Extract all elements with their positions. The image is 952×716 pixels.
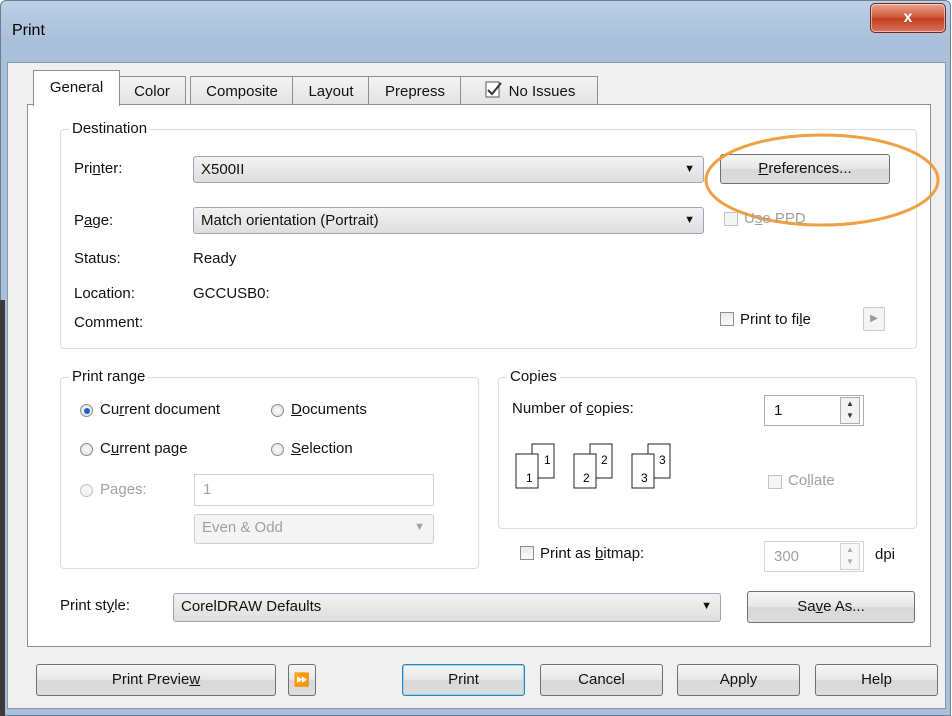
print-button[interactable]: Print xyxy=(402,664,525,696)
page-select[interactable]: Match orientation (Portrait) ▼ xyxy=(193,207,704,234)
spin-down-icon: ▼ xyxy=(846,411,854,420)
even-odd-select[interactable]: Even & Odd ▼ xyxy=(194,514,434,544)
page-value: Match orientation (Portrait) xyxy=(201,212,379,229)
page-number-label: 2 xyxy=(583,471,590,485)
arrow-right-icon: ▶ xyxy=(870,313,878,324)
pages-label: Pages: xyxy=(100,481,147,498)
page-pair-3-icon: 3 3 xyxy=(631,443,671,489)
print-to-file-options-button[interactable]: ▶ xyxy=(863,307,885,331)
print-to-file-label: Print to file xyxy=(740,311,811,328)
tab-prepress[interactable]: Prepress xyxy=(368,76,462,106)
comment-label: Comment: xyxy=(74,314,144,331)
cancel-button[interactable]: Cancel xyxy=(540,664,663,696)
number-of-copies-label: Number of copies: xyxy=(512,400,634,417)
pages-radio[interactable] xyxy=(80,484,93,497)
check-doc-icon xyxy=(485,81,502,98)
help-button[interactable]: Help xyxy=(815,664,938,696)
page-number-label: 2 xyxy=(601,453,608,467)
print-style-label: Print style: xyxy=(60,597,131,614)
copies-spinner[interactable]: ▲ ▼ xyxy=(840,397,860,424)
selection-label: Selection xyxy=(291,440,353,457)
close-button[interactable]: x xyxy=(870,3,946,33)
print-style-value: CorelDRAW Defaults xyxy=(181,598,322,615)
dpi-unit-label: dpi xyxy=(875,546,896,563)
page-number-label: 3 xyxy=(641,471,648,485)
tab-no-issues[interactable]: No Issues xyxy=(460,76,598,106)
dpi-value: 300 xyxy=(774,548,800,565)
current-document-label: Current document xyxy=(100,401,221,418)
apply-button[interactable]: Apply xyxy=(677,664,800,696)
page-number-label: 1 xyxy=(544,453,551,467)
current-document-radio[interactable] xyxy=(80,404,93,417)
pages-value: 1 xyxy=(203,481,212,498)
window-title: Print xyxy=(12,22,45,39)
spin-down-icon: ▼ xyxy=(846,557,854,566)
documents-radio[interactable] xyxy=(271,404,284,417)
dpi-spinner[interactable]: ▲ ▼ xyxy=(840,543,860,570)
spin-up-icon: ▲ xyxy=(846,545,854,554)
documents-label: Documents xyxy=(291,401,367,418)
status-value: Ready xyxy=(193,250,237,267)
copies-group-label: Copies xyxy=(507,368,560,385)
print-to-file-checkbox[interactable] xyxy=(720,312,734,326)
close-icon: x xyxy=(903,9,913,26)
save-as-button[interactable]: Save As... xyxy=(747,591,915,623)
print-range-group-label: Print range xyxy=(69,368,149,385)
number-of-copies-value: 1 xyxy=(774,402,783,419)
page-pair-1-icon: 1 1 xyxy=(515,443,555,489)
status-label: Status: xyxy=(74,250,121,267)
even-odd-value: Even & Odd xyxy=(202,519,283,536)
number-of-copies-input[interactable]: 1 ▲ ▼ xyxy=(764,395,864,426)
page-pair-2-icon: 2 2 xyxy=(573,443,613,489)
tab-general[interactable]: General xyxy=(33,70,120,106)
print-as-bitmap-checkbox[interactable] xyxy=(520,546,534,560)
location-value: GCCUSB0: xyxy=(193,285,270,302)
spin-up-icon: ▲ xyxy=(846,399,854,408)
printer-label: Printer: xyxy=(74,160,123,177)
current-page-radio[interactable] xyxy=(80,443,93,456)
quick-preview-button[interactable]: ⏩ xyxy=(288,664,316,696)
location-label: Location: xyxy=(74,285,135,302)
chevron-down-icon: ▼ xyxy=(684,163,695,175)
tab-color[interactable]: Color xyxy=(118,76,186,106)
page-number-label: 1 xyxy=(526,471,533,485)
printer-value: X500II xyxy=(201,161,245,178)
destination-group-label: Destination xyxy=(69,120,151,137)
dpi-input[interactable]: 300 ▲ ▼ xyxy=(764,541,864,572)
pages-input[interactable]: 1 xyxy=(194,474,434,506)
collate-label: Collate xyxy=(788,472,835,489)
printer-select[interactable]: X500II ▼ xyxy=(193,156,704,183)
print-preview-button[interactable]: Print Preview xyxy=(36,664,276,696)
current-page-label: Current page xyxy=(100,440,188,457)
chevron-down-icon: ▼ xyxy=(701,600,712,612)
tab-layout[interactable]: Layout xyxy=(292,76,370,106)
page-label: Page: xyxy=(74,212,114,229)
collate-preview-icon: 1 1 2 2 3 3 xyxy=(515,443,671,489)
print-style-select[interactable]: CorelDRAW Defaults ▼ xyxy=(173,593,721,622)
double-arrow-right-icon: ⏩ xyxy=(293,672,311,687)
chevron-down-icon: ▼ xyxy=(414,521,425,533)
collate-checkbox[interactable] xyxy=(768,475,782,489)
tab-composite[interactable]: Composite xyxy=(190,76,294,106)
background-window-edge xyxy=(0,300,5,716)
selection-radio[interactable] xyxy=(271,443,284,456)
chevron-down-icon: ▼ xyxy=(684,214,695,226)
use-ppd-checkbox[interactable] xyxy=(724,212,738,226)
page-number-label: 3 xyxy=(659,453,666,467)
print-as-bitmap-label: Print as bitmap: xyxy=(540,545,645,562)
use-ppd-label: Use PPD xyxy=(744,210,806,227)
